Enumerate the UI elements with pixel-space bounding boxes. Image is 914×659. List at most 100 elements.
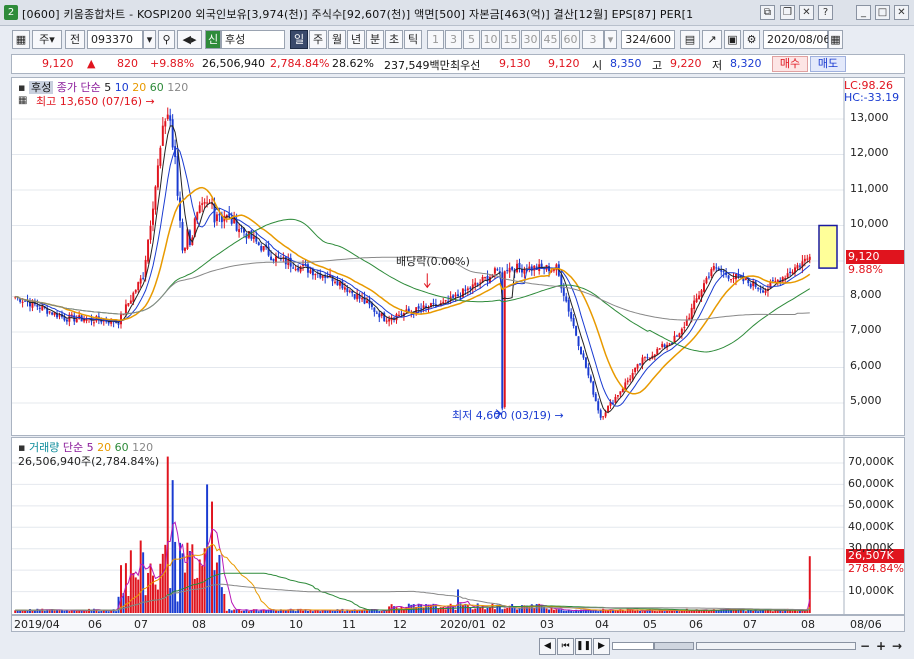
grid-icon[interactable]: ▦	[12, 30, 30, 49]
candle-body	[206, 202, 209, 204]
scroll-slider[interactable]	[612, 642, 654, 650]
minimize-icon[interactable]: _	[856, 5, 871, 20]
date-field[interactable]: 2020/08/06	[763, 30, 830, 49]
stock-code-input[interactable]: 093370	[87, 30, 143, 49]
code-dropdown-icon[interactable]: ▾	[143, 30, 156, 49]
tools-icon[interactable]: ✕	[799, 5, 814, 20]
scroll-thumb[interactable]	[654, 642, 694, 650]
candle-body	[154, 186, 157, 210]
volume-bar	[179, 542, 182, 613]
candle-body	[639, 363, 642, 365]
volume-bar	[570, 610, 573, 613]
interval-15[interactable]: 15	[501, 30, 520, 49]
zoom-slider[interactable]	[696, 642, 856, 650]
restore-icon[interactable]: ❐	[780, 5, 795, 20]
volume-bar	[201, 565, 204, 613]
candle-body	[356, 294, 359, 300]
sound-icon[interactable]: ◀▸	[177, 30, 202, 49]
buy-button[interactable]: 매수	[772, 56, 808, 72]
interval-30[interactable]: 30	[521, 30, 540, 49]
candle-body	[321, 275, 324, 278]
market-select[interactable]: 주▾	[32, 30, 62, 49]
sell-button[interactable]: 매도	[810, 56, 846, 72]
candle-body	[183, 248, 186, 251]
volume-bar	[356, 610, 359, 613]
count-field[interactable]: 324/600	[621, 30, 675, 49]
whole-button[interactable]: 전	[65, 30, 85, 49]
maximize-icon[interactable]: □	[875, 5, 890, 20]
volume-bar	[518, 607, 521, 613]
new-badge: 신	[205, 30, 221, 49]
chart-settings-icon[interactable]: ▤	[680, 30, 700, 49]
gear-icon[interactable]: ⚙	[743, 30, 760, 49]
search-icon[interactable]: ⚲	[158, 30, 175, 49]
volume-bar	[260, 610, 263, 613]
interval-3[interactable]: 3	[445, 30, 462, 49]
candle-body	[580, 346, 582, 354]
scroll-left-icon[interactable]: ◀	[539, 638, 556, 655]
interval-select[interactable]: 3	[582, 30, 604, 49]
interval-5[interactable]: 5	[463, 30, 480, 49]
volume-bar	[334, 611, 336, 613]
period-month[interactable]: 월	[328, 30, 346, 49]
interval-60[interactable]: 60	[561, 30, 580, 49]
y-tick: 13,000	[850, 111, 889, 124]
interval-1[interactable]: 1	[427, 30, 444, 49]
volume-bar	[274, 610, 277, 613]
price-chart-panel[interactable]: ▪ 후성 종가 단순 5 10 20 60 120 ▦ 최고 13,650 (0…	[11, 77, 905, 436]
candle-body	[139, 278, 142, 284]
candle-body	[675, 335, 678, 337]
candle-body	[771, 280, 774, 282]
save-icon[interactable]: ▣	[724, 30, 741, 49]
pause-icon[interactable]: ❚❚	[575, 638, 592, 655]
period-tick[interactable]: 틱	[404, 30, 422, 49]
candle-body	[508, 267, 511, 273]
chart-tool-icon[interactable]: ↗	[702, 30, 722, 49]
calendar-icon[interactable]: ▦	[828, 30, 843, 49]
zoom-in-icon[interactable]: +	[876, 639, 886, 653]
candle-body	[678, 333, 681, 338]
zoom-out-icon[interactable]: −	[860, 639, 870, 653]
period-day[interactable]: 일	[290, 30, 308, 49]
stock-name-field[interactable]: 후성	[221, 30, 285, 49]
volume-bar	[597, 611, 600, 613]
table-icon[interactable]: ▦	[18, 95, 27, 106]
candle-body	[594, 393, 597, 402]
volume-bar	[611, 610, 614, 613]
volume-bar	[134, 577, 137, 613]
candle-body	[589, 376, 592, 382]
candle-body	[348, 290, 351, 292]
link-icon[interactable]: ⧉	[760, 5, 775, 20]
interval-dropdown-icon[interactable]: ▾	[604, 30, 617, 49]
candle-body	[562, 287, 565, 296]
candle-body	[565, 296, 568, 302]
candle-body	[705, 277, 708, 284]
volume-bar	[139, 540, 142, 613]
volume-bar	[277, 610, 280, 613]
volume-chart-panel[interactable]: ▪ 거래량 단순 5 20 60 120 26,506,940주(2,784.8…	[11, 437, 905, 615]
candle-body	[484, 276, 487, 278]
x-tick: 09	[241, 618, 255, 631]
candle-body	[120, 313, 122, 325]
period-minute[interactable]: 분	[366, 30, 384, 49]
help-icon[interactable]: ?	[818, 5, 833, 20]
volume-bar	[690, 610, 693, 613]
volume-ratio: 2,784.84%	[270, 57, 330, 70]
close-icon[interactable]: ✕	[894, 5, 909, 20]
candle-body	[643, 356, 646, 358]
scroll-right-icon[interactable]: ▶	[593, 638, 610, 655]
candle-body	[272, 258, 275, 261]
interval-10[interactable]: 10	[481, 30, 500, 49]
market-label: 주	[39, 33, 50, 46]
interval-45[interactable]: 45	[541, 30, 560, 49]
period-second[interactable]: 초	[385, 30, 403, 49]
zoom-fit-icon[interactable]: →	[892, 639, 902, 653]
volume-bar	[228, 609, 231, 613]
period-year[interactable]: 년	[347, 30, 365, 49]
first-page-icon[interactable]: ⏮	[557, 638, 574, 655]
volume-bar	[747, 610, 750, 613]
volume-bar	[306, 610, 309, 613]
volume-bar	[183, 572, 186, 613]
period-week[interactable]: 주	[309, 30, 327, 49]
candle-body	[326, 277, 329, 279]
